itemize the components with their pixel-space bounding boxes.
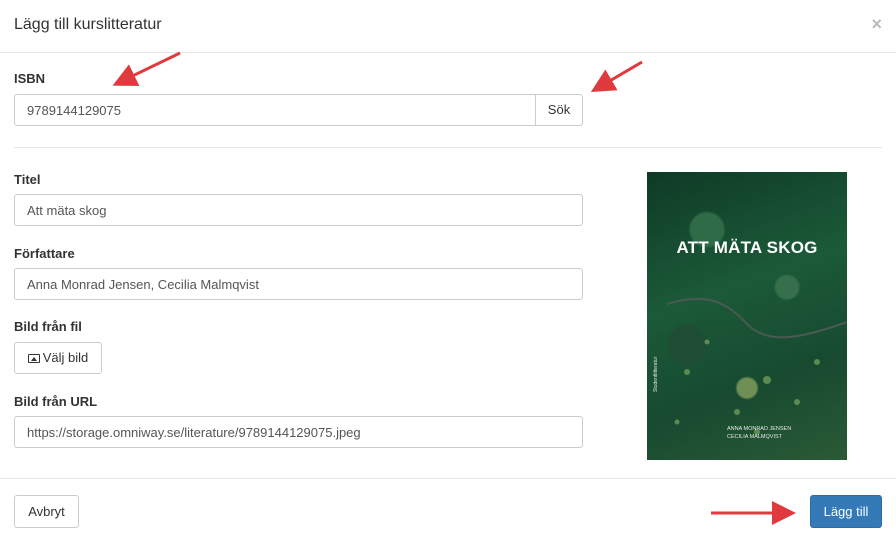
author-input[interactable] — [14, 268, 583, 300]
close-icon[interactable]: × — [871, 14, 882, 34]
image-icon — [27, 354, 40, 363]
author-label: Författare — [14, 246, 75, 261]
cover-author-1: ANNA MONRAD JENSEN — [727, 426, 792, 432]
isbn-input[interactable] — [14, 94, 536, 126]
arrow-to-search-button — [590, 60, 643, 93]
choose-image-label: Välj bild — [42, 350, 89, 365]
cover-authors: ANNA MONRAD JENSEN CECILIA MALMQVIST — [727, 425, 791, 441]
add-button[interactable]: Lägg till — [810, 495, 882, 528]
cover-publisher: Studentlitteratur — [653, 356, 659, 392]
divider — [14, 147, 882, 148]
dialog-title: Lägg till kurslitteratur — [14, 16, 162, 33]
image-url-input[interactable] — [14, 416, 583, 448]
add-literature-dialog: Lägg till kurslitteratur × ISBN Sök Tite… — [0, 0, 896, 543]
isbn-label: ISBN — [14, 71, 46, 86]
dialog-footer — [0, 478, 896, 544]
title-label: Titel — [14, 172, 41, 187]
image-url-label: Bild från URL — [14, 394, 98, 409]
search-button[interactable]: Sök — [535, 94, 583, 126]
cover-road-graphic — [666, 297, 847, 435]
choose-image-button[interactable]: Välj bild — [14, 342, 102, 374]
dialog-header: Lägg till kurslitteratur × — [0, 0, 896, 53]
book-cover-image: ATT MÄTA SKOG Studentlitteratur ANNA MON… — [647, 172, 847, 460]
cover-author-2: CECILIA MALMQVIST — [727, 434, 783, 440]
cancel-button[interactable]: Avbryt — [14, 495, 79, 528]
arrow-to-isbn-label — [112, 51, 181, 86]
title-input[interactable] — [14, 194, 583, 226]
image-file-label: Bild från fil — [14, 319, 82, 334]
cover-title: ATT MÄTA SKOG — [676, 238, 818, 257]
